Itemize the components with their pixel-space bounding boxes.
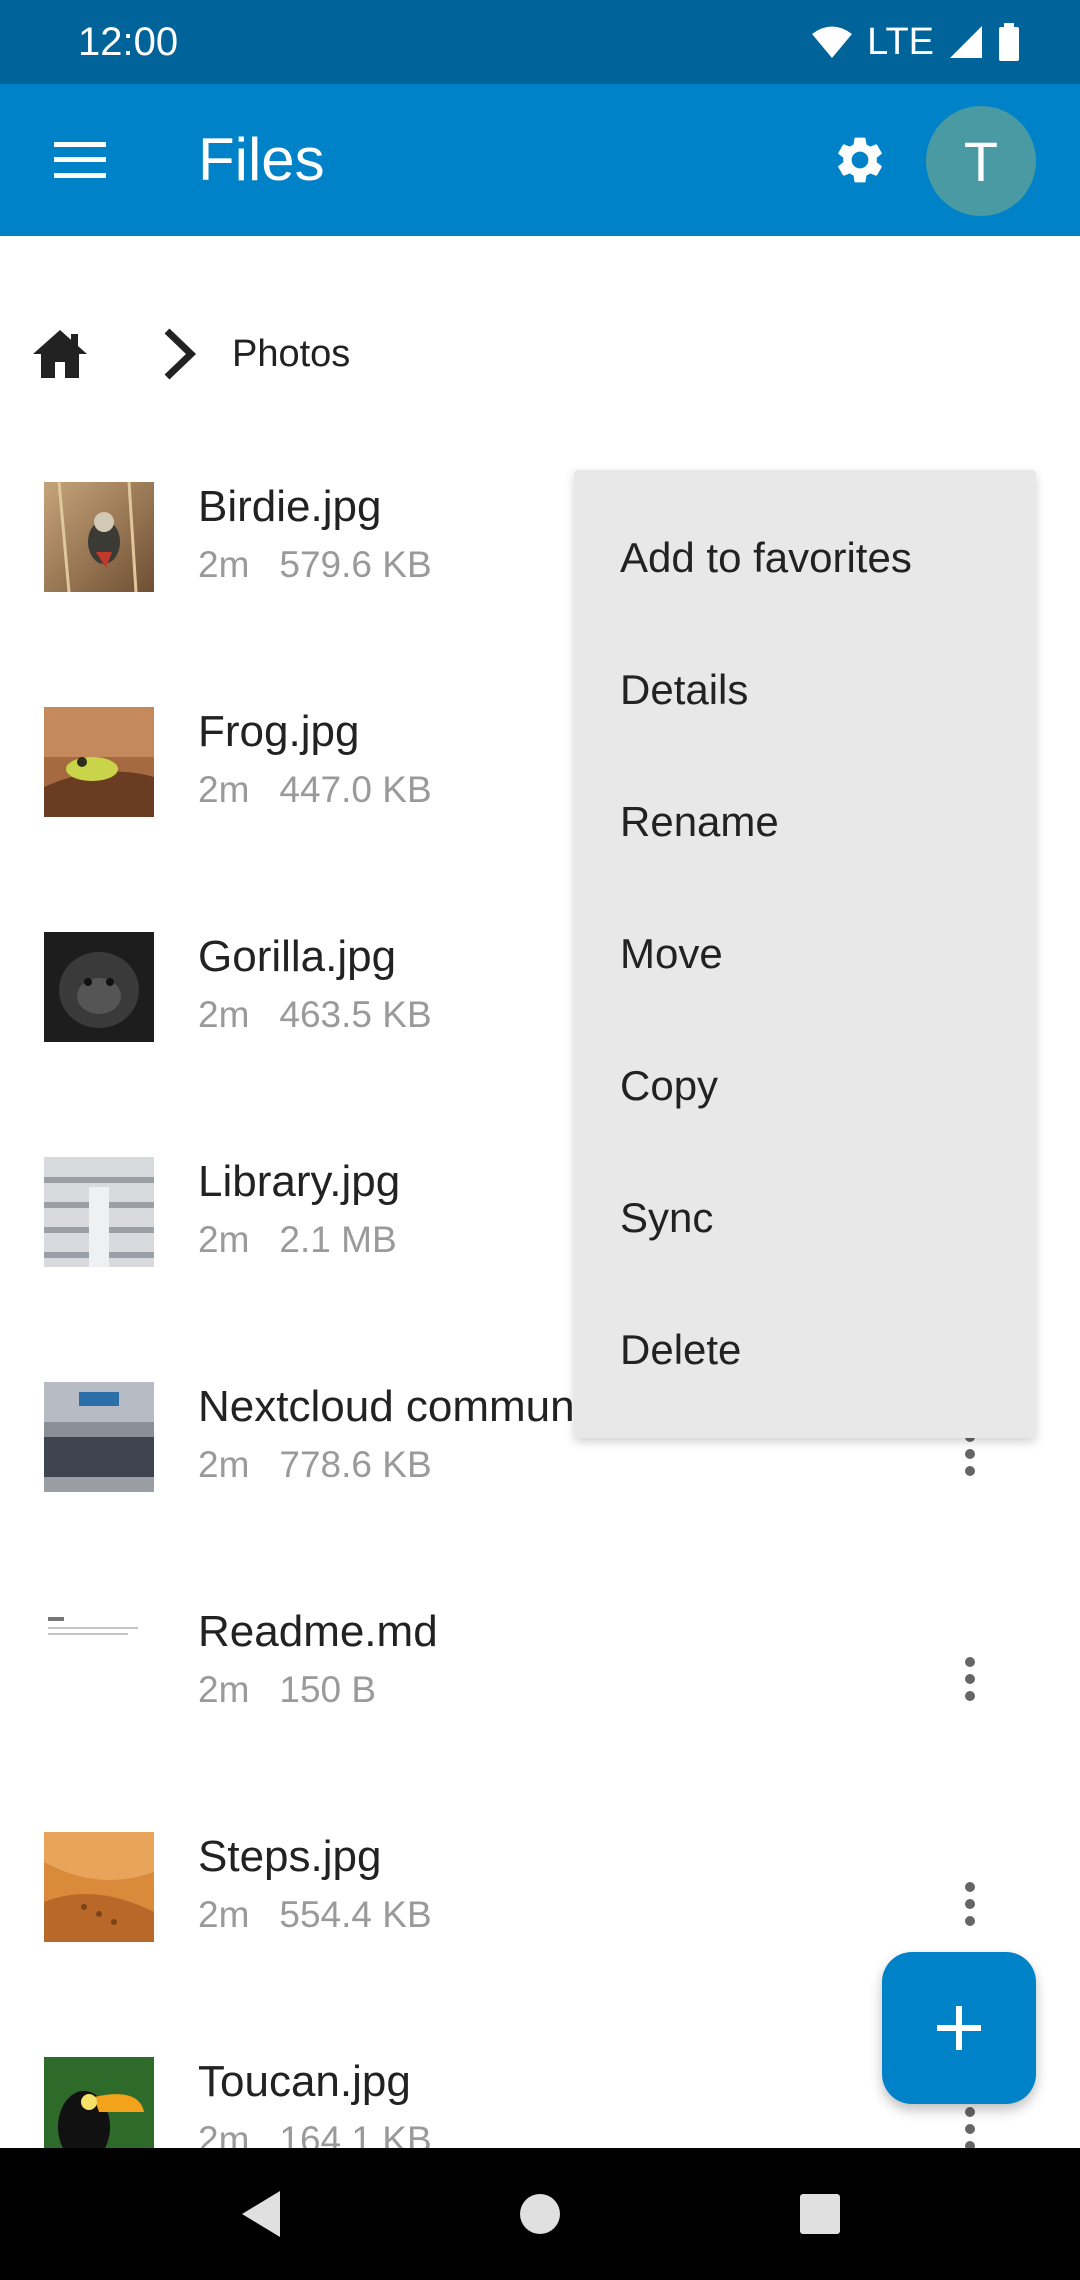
- more-vertical-icon: [965, 2107, 975, 2151]
- menu-item-copy[interactable]: Copy: [574, 1020, 1036, 1152]
- file-thumbnail: [44, 707, 154, 817]
- file-name: Steps.jpg: [198, 1832, 382, 1881]
- battery-icon: [999, 23, 1019, 61]
- recents-square-icon: [800, 2194, 840, 2234]
- hamburger-icon: [54, 142, 106, 178]
- file-name: Readme.md: [198, 1607, 438, 1656]
- nav-home-button[interactable]: [505, 2179, 575, 2249]
- file-size: 579.6 KB: [279, 544, 432, 585]
- avatar[interactable]: T: [926, 106, 1036, 216]
- file-meta: 2m 579.6 KB: [198, 544, 432, 586]
- file-size: 554.4 KB: [279, 1894, 432, 1935]
- file-name: Gorilla.jpg: [198, 932, 397, 981]
- more-options-button[interactable]: [940, 1639, 1000, 1719]
- signal-icon: [950, 26, 982, 58]
- file-row[interactable]: Readme.md 2m 150 B: [0, 1585, 1080, 1810]
- navigation-bar: [0, 2148, 1080, 2280]
- file-modified: 2m: [198, 1219, 250, 1260]
- context-menu: Add to favorites Details Rename Move Cop…: [574, 470, 1036, 1438]
- breadcrumb-separator: [150, 324, 210, 384]
- file-size: 2.1 MB: [279, 1219, 397, 1260]
- nav-recents-button[interactable]: [785, 2179, 855, 2249]
- file-modified: 2m: [198, 1669, 250, 1710]
- screen: 12:00 LTE Files T Photos Birdie.jpg 2m 5…: [0, 0, 1080, 2280]
- more-vertical-icon: [965, 1882, 975, 1926]
- menu-item-sync[interactable]: Sync: [574, 1152, 1036, 1284]
- wifi-icon: [812, 26, 853, 58]
- back-triangle-icon: [242, 2191, 280, 2237]
- plus-icon: [937, 2006, 981, 2050]
- file-thumbnail: [44, 482, 154, 592]
- file-meta: 2m 2.1 MB: [198, 1219, 397, 1261]
- file-name: Library.jpg: [198, 1157, 401, 1206]
- file-thumbnail: [44, 1382, 154, 1492]
- network-label: LTE: [867, 20, 934, 63]
- status-bar: 12:00 LTE: [0, 0, 1080, 84]
- gear-icon: [838, 137, 882, 183]
- file-name: Toucan.jpg: [198, 2057, 411, 2106]
- file-meta: 2m 778.6 KB: [198, 1444, 432, 1486]
- file-modified: 2m: [198, 544, 250, 585]
- more-vertical-icon: [965, 1657, 975, 1701]
- menu-item-move[interactable]: Move: [574, 888, 1036, 1020]
- breadcrumb-home[interactable]: [30, 324, 90, 384]
- file-thumbnail: [44, 1832, 154, 1942]
- file-modified: 2m: [198, 1444, 250, 1485]
- file-meta: 2m 463.5 KB: [198, 994, 432, 1036]
- file-thumbnail: [44, 932, 154, 1042]
- menu-item-add-to-favorites[interactable]: Add to favorites: [574, 492, 1036, 624]
- menu-item-details[interactable]: Details: [574, 624, 1036, 756]
- add-button[interactable]: [882, 1952, 1036, 2104]
- file-modified: 2m: [198, 769, 250, 810]
- file-size: 778.6 KB: [279, 1444, 432, 1485]
- app-bar: Files T: [0, 84, 1080, 236]
- file-name: Birdie.jpg: [198, 482, 382, 531]
- file-size: 150 B: [279, 1669, 377, 1710]
- file-thumbnail: [44, 1607, 154, 1717]
- settings-button[interactable]: [820, 120, 900, 200]
- status-time: 12:00: [78, 19, 179, 64]
- file-meta: 2m 554.4 KB: [198, 1894, 432, 1936]
- file-name: Frog.jpg: [198, 707, 360, 756]
- menu-item-rename[interactable]: Rename: [574, 756, 1036, 888]
- avatar-initial: T: [963, 129, 999, 193]
- file-size: 447.0 KB: [279, 769, 432, 810]
- more-options-button[interactable]: [940, 1864, 1000, 1944]
- home-circle-icon: [520, 2194, 560, 2234]
- home-icon: [33, 330, 87, 378]
- file-modified: 2m: [198, 994, 250, 1035]
- file-modified: 2m: [198, 1894, 250, 1935]
- file-size: 463.5 KB: [279, 994, 432, 1035]
- chevron-right-icon: [164, 328, 197, 380]
- breadcrumb-current[interactable]: Photos: [232, 333, 350, 376]
- nav-back-button[interactable]: [225, 2179, 295, 2249]
- menu-button[interactable]: [40, 120, 120, 200]
- breadcrumb: Photos: [30, 314, 350, 394]
- file-name: Nextcloud commun: [198, 1382, 575, 1431]
- menu-item-delete[interactable]: Delete: [574, 1284, 1036, 1416]
- file-meta: 2m 150 B: [198, 1669, 376, 1711]
- status-icons: LTE: [811, 21, 1020, 64]
- file-thumbnail: [44, 1157, 154, 1267]
- page-title: Files: [198, 126, 325, 193]
- file-meta: 2m 447.0 KB: [198, 769, 432, 811]
